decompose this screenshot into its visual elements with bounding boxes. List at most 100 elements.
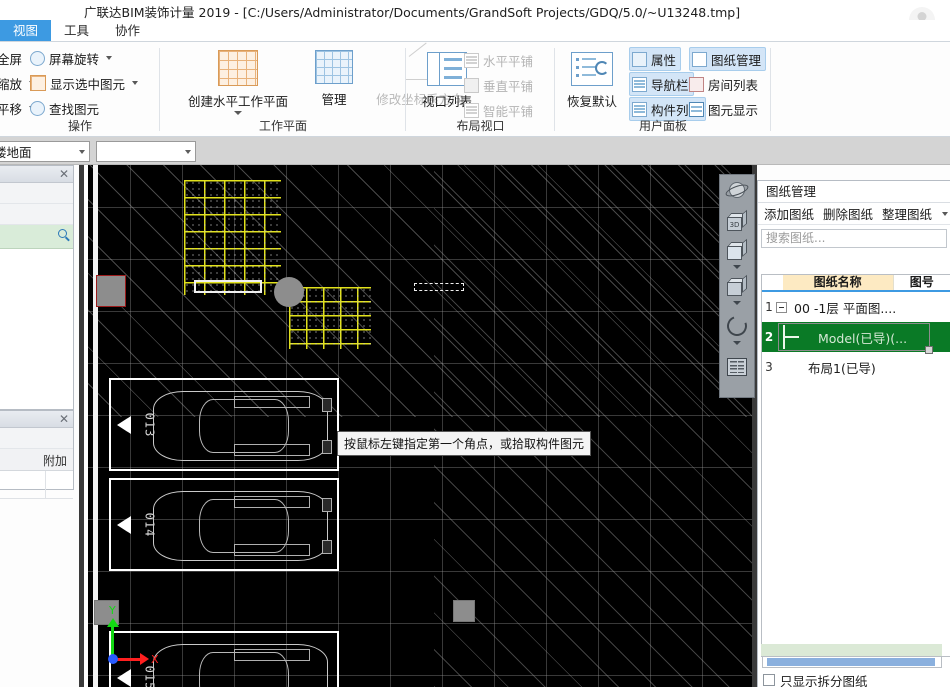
view-3d-button[interactable]: 3D xyxy=(720,207,754,239)
view-wireframe-button[interactable] xyxy=(720,238,754,265)
view-table-icon xyxy=(727,358,747,376)
chevron-down-icon[interactable] xyxy=(106,56,113,60)
screen-rotate-button[interactable]: 屏幕旋转 xyxy=(30,46,113,70)
scrollbar-thumb[interactable] xyxy=(767,658,935,666)
table-row[interactable]: 3 布局1(已导) xyxy=(762,352,950,382)
restore-default-icon xyxy=(571,52,613,86)
chevron-down-icon xyxy=(733,265,741,269)
component-tree-body[interactable] xyxy=(0,249,73,409)
drawing-search-input[interactable]: 搜索图纸... xyxy=(761,229,947,248)
show-split-drawings-checkbox[interactable]: 只显示拆分图纸 xyxy=(763,671,868,687)
chevron-down-icon[interactable] xyxy=(942,211,949,216)
chevron-down-icon[interactable] xyxy=(132,81,139,85)
view-table-button[interactable] xyxy=(720,351,754,383)
car-mirror-2 xyxy=(322,540,332,554)
car-window-front xyxy=(233,496,310,508)
column-header-attach: 附加 xyxy=(42,454,67,468)
manage-workplane-icon xyxy=(315,50,353,84)
horizontal-scrollbar[interactable] xyxy=(762,656,942,668)
tile-smart-icon xyxy=(464,102,479,118)
parking-stall[interactable]: 013 xyxy=(109,378,339,471)
tab-view[interactable]: 视图 xyxy=(0,20,52,41)
toggle-properties-panel[interactable]: 属性 xyxy=(629,47,682,71)
axis-origin xyxy=(108,654,118,664)
checkbox-icon[interactable] xyxy=(763,674,775,686)
parking-stall[interactable]: 014 xyxy=(109,478,339,571)
coordinate-axis-indicator: Y X xyxy=(102,585,182,666)
drawing-manager-toolbar: 添加图纸 删除图纸 整理图纸 xyxy=(758,203,950,225)
table-row[interactable]: 2 Model(已导)(... xyxy=(762,322,950,354)
chevron-down-icon[interactable] xyxy=(234,111,242,115)
column-divider xyxy=(45,471,46,498)
toggle-navigation-bar[interactable]: 导航栏 xyxy=(629,72,694,96)
wall-outer xyxy=(84,165,88,687)
column-lower-right xyxy=(453,600,475,622)
orbit-button[interactable] xyxy=(720,175,754,207)
rotate-icon xyxy=(723,312,751,340)
tile-vertical-button: 垂直平铺 xyxy=(464,73,533,97)
rotate-view-caret[interactable] xyxy=(720,341,754,351)
chevron-down-icon xyxy=(733,301,741,305)
panel-toolbar-row[interactable] xyxy=(0,428,73,449)
drawing-name: 布局1(已导) xyxy=(808,360,876,376)
view-solid-button[interactable] xyxy=(720,274,754,301)
room-list-icon xyxy=(689,76,704,92)
chevron-down-icon[interactable] xyxy=(74,142,89,161)
search-input[interactable] xyxy=(0,225,73,249)
restore-default-button[interactable]: 恢复默认 xyxy=(559,52,625,110)
row-number: 2 xyxy=(764,330,774,344)
search-icon[interactable] xyxy=(58,229,67,238)
drawing-name: 00 -1层 平面图.... xyxy=(794,300,897,316)
create-horizontal-workplane-button[interactable]: 创建水平工作平面 xyxy=(172,50,304,115)
car-window-front xyxy=(233,649,310,661)
rotate-view-button[interactable] xyxy=(720,311,754,341)
car-mirror-2 xyxy=(322,440,332,454)
chevron-down-icon[interactable] xyxy=(180,142,195,161)
column-header-drawing-number[interactable]: 图号 xyxy=(893,275,950,290)
selection-toolbar: 楼地面 xyxy=(0,137,950,165)
component-select[interactable] xyxy=(96,141,196,162)
panel-title-bar: ✕ xyxy=(0,166,73,183)
close-icon[interactable]: ✕ xyxy=(59,412,69,426)
window-title: 广联达BIM装饰计量 2019 - [C:/Users/Administrato… xyxy=(84,5,741,20)
screen-rotate-icon xyxy=(30,50,45,66)
viewport-list-icon xyxy=(427,52,467,86)
round-column xyxy=(274,277,304,307)
panel-title-bar: ✕ xyxy=(0,411,73,428)
column-selected[interactable] xyxy=(96,275,126,307)
view-solid-caret[interactable] xyxy=(720,301,754,311)
close-icon[interactable]: ✕ xyxy=(59,167,69,181)
orbit-icon xyxy=(724,181,750,201)
collapse-toggle-icon[interactable] xyxy=(776,301,787,313)
view-wireframe-caret[interactable] xyxy=(720,265,754,275)
find-element-icon xyxy=(30,100,45,116)
organize-drawing-button[interactable]: 整理图纸 xyxy=(882,204,932,223)
panel-green-strip xyxy=(761,644,942,656)
ribbon-group-title-user-panel: 用户面板 xyxy=(638,119,687,133)
show-selected-element-button[interactable]: 显示选中图元 xyxy=(30,71,139,95)
tile-horizontal-button: 水平平铺 xyxy=(464,48,533,72)
properties-icon xyxy=(632,51,647,67)
panel-toolbar-row-2[interactable] xyxy=(0,204,73,225)
panel-toolbar-row[interactable] xyxy=(0,183,73,204)
delete-drawing-button[interactable]: 删除图纸 xyxy=(823,204,873,223)
toggle-room-list-panel[interactable]: 房间列表 xyxy=(689,72,758,96)
car-window-front xyxy=(233,396,310,408)
drawing-manager-title: 图纸管理 xyxy=(758,181,950,203)
tab-tools[interactable]: 工具 xyxy=(51,20,102,41)
column-header-drawing-name[interactable]: 图纸名称 xyxy=(782,275,894,290)
tab-collaborate[interactable]: 协作 xyxy=(102,20,153,41)
dashed-outline xyxy=(414,283,464,291)
toggle-drawing-manager-panel[interactable]: 图纸管理 xyxy=(689,47,767,71)
drawing-canvas[interactable]: 013 014 015 Y X 按鼠标左键指定第一个角点，或拾取构件图元 xyxy=(84,165,752,687)
manage-workplane-button[interactable]: 管理 xyxy=(310,50,358,108)
rebar-mesh-upper xyxy=(184,180,281,295)
fullscreen-button[interactable]: 全屏 xyxy=(0,46,22,70)
ribbon-group-title-layout-viewport: 布局视口 xyxy=(456,119,505,133)
table-row[interactable]: 1 00 -1层 平面图.... xyxy=(762,292,950,322)
ribbon-group-operations: 全屏 屏幕旋转 缩放 显示选中图元 平移 查找图元 操作 xyxy=(0,42,160,137)
properties-row[interactable] xyxy=(0,471,73,499)
add-drawing-button[interactable]: 添加图纸 xyxy=(764,204,814,223)
floor-select[interactable]: 楼地面 xyxy=(0,141,90,162)
direction-arrow-icon xyxy=(117,515,131,534)
